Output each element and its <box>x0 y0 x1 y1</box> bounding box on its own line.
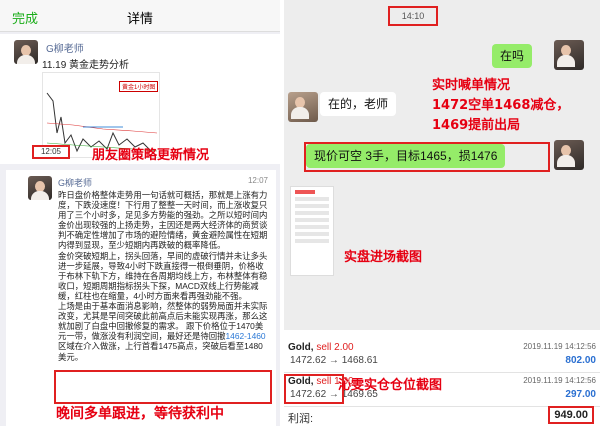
page-title: 详情 <box>126 11 153 26</box>
chat-panel: 14:10 在吗 实时喊单情况 1472空单1468减仓， 1469提前出局 在的，… <box>284 0 600 426</box>
profit-label: 利润: <box>288 413 314 425</box>
avatar[interactable] <box>554 140 584 170</box>
position-highlight-box <box>284 374 344 404</box>
caption-entry: 实盘进场截图 <box>344 250 423 265</box>
post-time: 12:07 <box>247 176 268 185</box>
profit-total: 949.00 <box>548 406 594 424</box>
avatar[interactable] <box>554 40 584 70</box>
strategy-text: 昨日盘价格整体走势用一句话就可概括，那就是上涨有力度，下跌没速度！下行用了整整一… <box>58 190 270 362</box>
position-date: 2019.11.19 14:12:56 <box>523 376 596 385</box>
nav-bar: 完成 详情 <box>0 0 280 32</box>
post-text: 11.19 黄金走势分析 <box>42 60 130 71</box>
chat-timestamp: 14:10 <box>388 6 438 26</box>
caption-position: 沁雯实仓仓位截图 <box>338 378 443 393</box>
price-range-link[interactable]: 1462-1460 <box>226 331 266 341</box>
position-date: 2019.11.19 14:12:56 <box>523 342 596 351</box>
strategy-text-part1: 昨日盘价格整体走势用一句话就可概括，那就是上涨有力度，下跌没速度！下行用了整整一… <box>58 190 268 342</box>
avatar[interactable] <box>28 176 52 200</box>
caption-realtime-line3: 1469提前出局 <box>432 118 521 133</box>
caption-realtime-line1: 实时喊单情况 <box>432 78 511 93</box>
strategy-text-part2: 区域在介入做涨，上行首看1475高点，突破后看至1480美元。 <box>58 341 263 362</box>
avatar[interactable] <box>288 92 318 122</box>
position-profit: 802.00 <box>565 355 596 366</box>
moments-panel: 完成 详情 G柳老师 11.19 黄金走势分析 黄金1小时图 12:05 朋友圈… <box>0 0 280 426</box>
caption-realtime: 实时喊单情况 1472空单1468减仓， 1469提前出局 <box>432 76 569 136</box>
caption-realtime-line2: 1472空单1468减仓， <box>432 98 570 113</box>
chart-label: 黄金1小时图 <box>119 81 159 92</box>
position-prices: 1472.62 → 1468.61 <box>290 355 378 366</box>
strategy-highlight-box <box>54 370 272 404</box>
position-row[interactable]: Gold, sell 2.00 2019.11.19 14:12:56 1472… <box>288 340 596 370</box>
caption-follow: 晚间多单跟进，等待获利中 <box>56 406 224 422</box>
teacher-message-bubble[interactable]: 在的，老师 <box>320 92 397 116</box>
trade-signal-highlight <box>304 142 550 172</box>
user-message-bubble[interactable]: 在吗 <box>492 44 533 68</box>
post-time-highlight: 12:05 <box>32 145 70 159</box>
author-name[interactable]: G柳老师 <box>46 40 84 55</box>
position-profit: 297.00 <box>565 389 596 400</box>
position-symbol: Gold, sell 2.00 <box>288 342 354 353</box>
divider <box>284 372 600 373</box>
moment-post-strategy: G柳老师 12:07 昨日盘价格整体走势用一句话就可概括，那就是上涨有力度，下跌… <box>6 170 276 426</box>
entry-screenshot-thumbnail[interactable] <box>290 186 334 276</box>
author-name[interactable]: G柳老师 <box>58 176 92 189</box>
caption-moments-update: 朋友圈策略更新情况 <box>92 148 210 163</box>
avatar[interactable] <box>14 40 38 64</box>
